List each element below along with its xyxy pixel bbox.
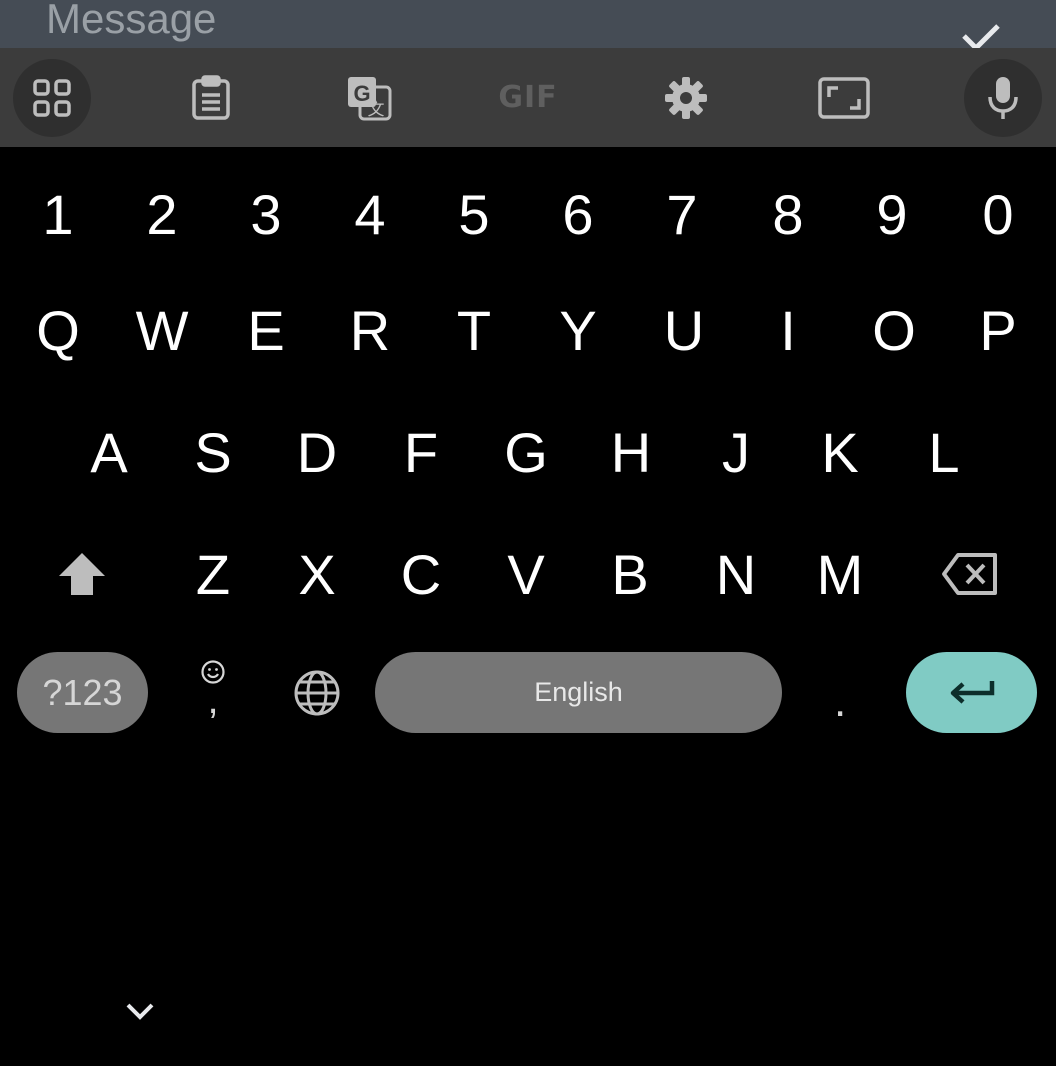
comma-key[interactable]: ,	[196, 659, 230, 722]
enter-icon	[950, 680, 994, 704]
key-0[interactable]: 0	[946, 159, 1050, 269]
key-e[interactable]: E	[214, 275, 318, 385]
svg-text:文: 文	[368, 100, 385, 119]
period-key[interactable]: .	[834, 677, 846, 727]
key-r[interactable]: R	[318, 275, 422, 385]
collapse-keyboard-button[interactable]	[122, 998, 158, 1026]
keyboard-toolbar: G 文 GIF	[0, 48, 1056, 147]
key-y[interactable]: Y	[526, 275, 630, 385]
number-row: 1 2 3 4 5 6 7 8 9 0	[0, 159, 1056, 269]
language-key[interactable]	[265, 638, 369, 748]
key-g[interactable]: G	[474, 397, 578, 507]
globe-icon	[294, 670, 340, 716]
key-w[interactable]: W	[110, 275, 214, 385]
shift-icon	[59, 553, 105, 595]
key-7[interactable]: 7	[630, 159, 734, 269]
symbols-key[interactable]: ?123	[17, 652, 148, 733]
key-5[interactable]: 5	[422, 159, 526, 269]
backspace-key[interactable]	[918, 519, 1022, 629]
key-s[interactable]: S	[161, 397, 265, 507]
clipboard-icon	[192, 74, 230, 120]
key-8[interactable]: 8	[736, 159, 840, 269]
key-x[interactable]: X	[265, 519, 369, 629]
gif-label: GIF	[498, 80, 558, 115]
key-6[interactable]: 6	[526, 159, 630, 269]
key-j[interactable]: J	[684, 397, 788, 507]
key-1[interactable]: 1	[6, 159, 110, 269]
checkmark-icon[interactable]	[958, 22, 1002, 48]
key-4[interactable]: 4	[318, 159, 422, 269]
key-m[interactable]: M	[788, 519, 892, 629]
clipboard-button[interactable]	[172, 59, 250, 137]
key-o[interactable]: O	[842, 275, 946, 385]
shift-key[interactable]	[30, 519, 134, 629]
key-b[interactable]: B	[578, 519, 682, 629]
gear-icon	[665, 76, 707, 119]
key-u[interactable]: U	[632, 275, 736, 385]
key-2[interactable]: 2	[110, 159, 214, 269]
key-a[interactable]: A	[57, 397, 161, 507]
translate-button[interactable]: G 文	[330, 59, 408, 137]
key-t[interactable]: T	[422, 275, 526, 385]
enter-key[interactable]	[906, 652, 1037, 733]
message-input[interactable]: Message	[46, 0, 216, 40]
microphone-icon	[988, 76, 1018, 119]
gif-button[interactable]: GIF	[489, 59, 567, 137]
key-9[interactable]: 9	[840, 159, 944, 269]
settings-button[interactable]	[647, 59, 725, 137]
comma-label: ,	[207, 678, 219, 722]
apps-button[interactable]	[13, 58, 91, 137]
key-h[interactable]: H	[579, 397, 683, 507]
key-i[interactable]: I	[736, 275, 840, 385]
key-c[interactable]: C	[369, 519, 473, 629]
key-n[interactable]: N	[684, 519, 788, 629]
space-bar[interactable]: English	[375, 652, 782, 733]
voice-input-button[interactable]	[964, 58, 1042, 137]
key-q[interactable]: Q	[6, 275, 110, 385]
chevron-down-icon	[126, 1003, 154, 1020]
key-z[interactable]: Z	[161, 519, 265, 629]
backspace-icon	[942, 553, 997, 595]
key-3[interactable]: 3	[214, 159, 318, 269]
resize-icon	[818, 76, 870, 119]
key-l[interactable]: L	[892, 397, 996, 507]
key-p[interactable]: P	[946, 275, 1050, 385]
grid-icon	[33, 78, 71, 117]
letter-row-2: A S D F G H J K L	[0, 397, 1056, 507]
key-f[interactable]: F	[369, 397, 473, 507]
translate-icon: G 文	[348, 76, 392, 120]
key-d[interactable]: D	[265, 397, 369, 507]
message-bar: Message	[0, 0, 1056, 48]
letter-row-3: Z X C V B N M	[0, 519, 1056, 629]
letter-row-1: Q W E R T Y U I O P	[0, 275, 1056, 385]
resize-button[interactable]	[805, 59, 883, 137]
keyboard: 1 2 3 4 5 6 7 8 9 0 Q W E R T Y U I O P …	[0, 147, 1056, 1066]
key-k[interactable]: K	[788, 397, 892, 507]
key-v[interactable]: V	[474, 519, 578, 629]
